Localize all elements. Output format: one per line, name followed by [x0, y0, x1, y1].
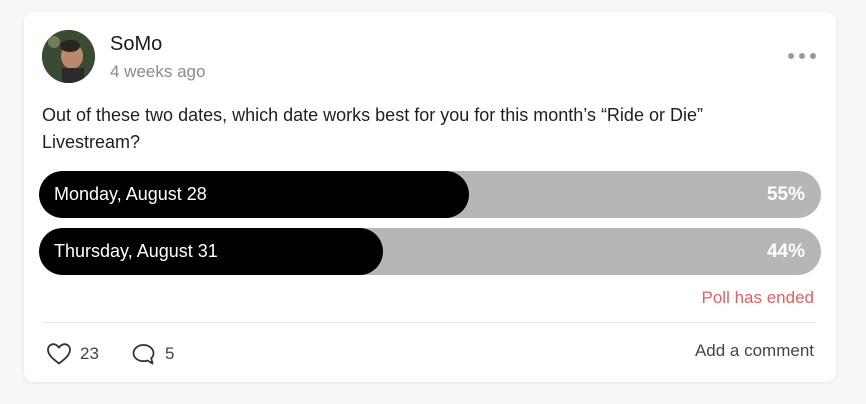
poll-option-monday[interactable]: Monday, August 28 55% [39, 171, 821, 218]
poll-option-label: Thursday, August 31 [54, 241, 218, 261]
poll-question: Out of these two dates, which date works… [42, 105, 703, 152]
heart-icon [47, 343, 71, 365]
poll-option-percent: 44% [766, 241, 805, 262]
post-card: SoMo 4 weeks ago Out of these two dates,… [24, 12, 836, 382]
more-options-icon[interactable] [788, 46, 816, 66]
comment-button[interactable]: 5 [131, 342, 174, 366]
like-button[interactable]: 23 [46, 342, 99, 366]
post-timestamp: 4 weeks ago [110, 62, 206, 81]
author-avatar[interactable] [42, 30, 95, 83]
like-count: 23 [80, 344, 99, 363]
dot [788, 53, 794, 59]
poll-option-label: Monday, August 28 [54, 184, 207, 204]
avatar-photo-icon [42, 30, 95, 83]
poll-option-thursday[interactable]: Thursday, August 31 44% [39, 228, 821, 275]
poll-status: Poll has ended [701, 288, 814, 307]
comment-count: 5 [165, 344, 175, 363]
dot [799, 53, 805, 59]
poll-option-percent: 55% [766, 184, 805, 205]
dot [810, 53, 816, 59]
add-comment-link[interactable]: Add a comment [695, 341, 814, 361]
author-name[interactable]: SoMo [110, 33, 162, 56]
divider [42, 322, 816, 323]
comment-icon [132, 344, 155, 365]
